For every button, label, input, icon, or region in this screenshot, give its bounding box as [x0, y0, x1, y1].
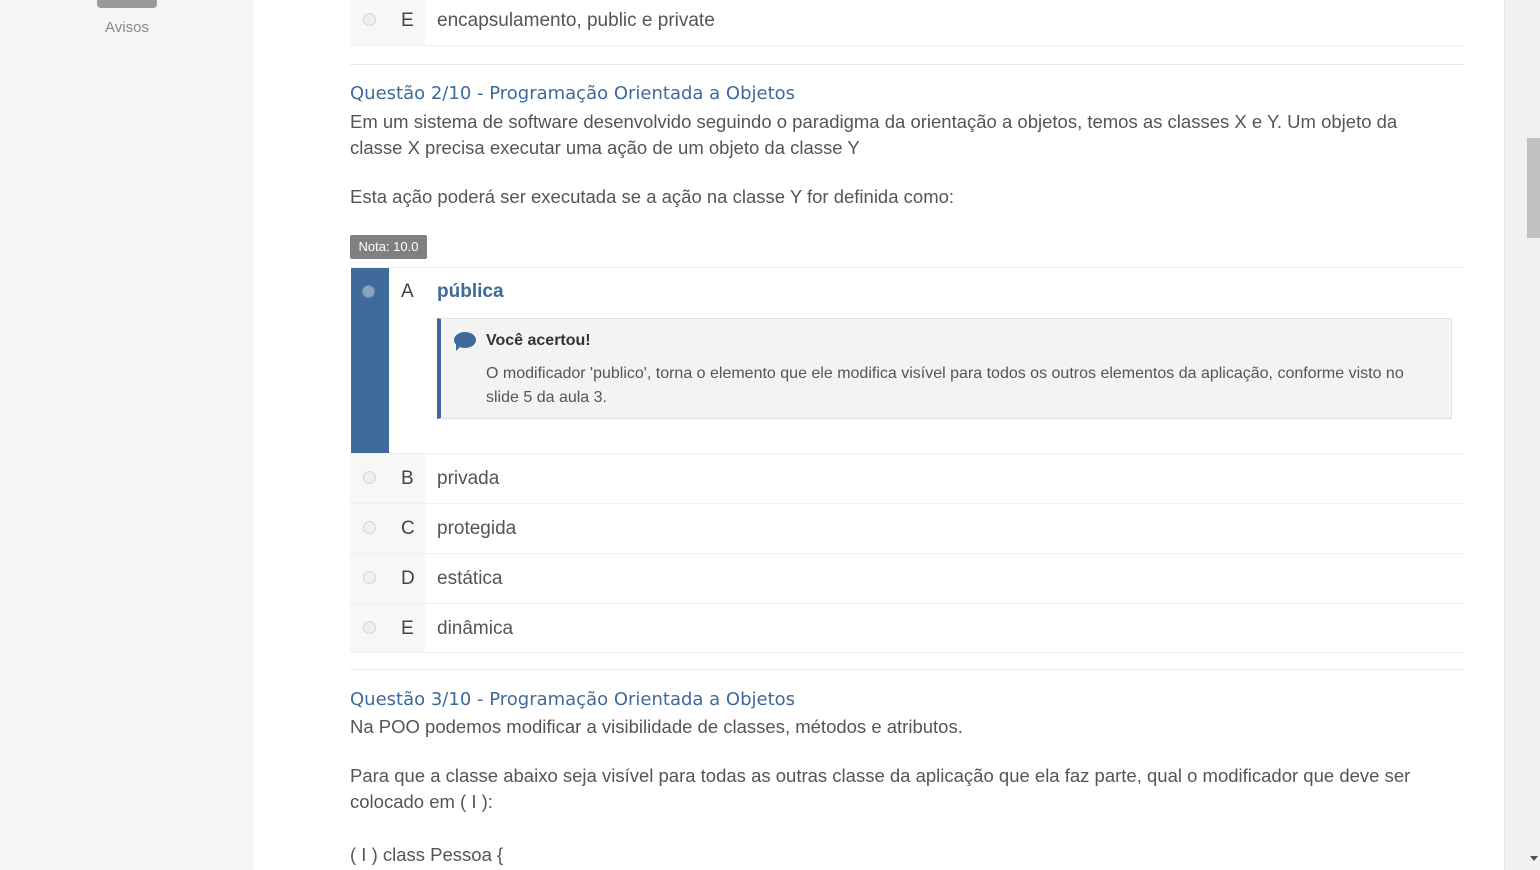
question-3-prompt: Para que a classe abaixo seja visível pa…: [350, 765, 1411, 812]
option-letter: E: [401, 618, 414, 639]
option-text: protegida: [437, 518, 517, 539]
feedback-text: O modificador 'publico', torna o element…: [486, 365, 1404, 406]
question-2-text: Em um sistema de software desenvolvido s…: [350, 111, 1398, 158]
option-letter: A: [401, 281, 414, 302]
grade-badge: Nota: 10.0: [350, 235, 427, 259]
radio-column: [350, 454, 425, 503]
question-3-text: Na POO podemos modificar a visibilidade …: [350, 716, 963, 737]
option-text: encapsulamento, public e private: [437, 10, 715, 31]
page-scrollbar[interactable]: [1504, 0, 1540, 870]
option-text: dinâmica: [437, 618, 514, 639]
option-letter: C: [401, 518, 415, 539]
question-2-option-b[interactable]: B privada: [350, 453, 1464, 503]
question-2-option-c[interactable]: C protegida: [350, 503, 1464, 553]
answer-feedback: Você acertou! O modificador 'publico', t…: [437, 318, 1452, 419]
question-2-prompt: Esta ação poderá ser executada se a ação…: [350, 186, 955, 207]
question-separator: [350, 669, 1464, 670]
sidebar-item-avisos[interactable]: Avisos: [0, 19, 254, 36]
option-letter: B: [401, 468, 414, 489]
feedback-title: Você acertou!: [486, 332, 591, 349]
question-2-option-e[interactable]: E dinâmica: [350, 603, 1464, 653]
option-text: estática: [437, 568, 503, 589]
question-2-option-a[interactable]: A pública Você acertou! O modificador 'p…: [350, 267, 1464, 453]
radio-button-selected[interactable]: [362, 285, 375, 298]
question-3-title: Questão 3/10 - Programação Orientada a O…: [350, 689, 796, 710]
option-text: pública: [437, 281, 504, 302]
option-letter: D: [401, 568, 415, 589]
option-letter: E: [401, 10, 414, 31]
radio-button[interactable]: [363, 621, 376, 634]
scroll-down-arrow-icon[interactable]: [1530, 856, 1538, 861]
question-separator: [350, 64, 1464, 65]
radio-button[interactable]: [363, 571, 376, 584]
radio-column: [350, 0, 425, 45]
scrollbar-thumb[interactable]: [1527, 138, 1540, 238]
comment-icon-tail: [456, 344, 463, 351]
prev-question-option-e[interactable]: E encapsulamento, public e private: [350, 0, 1464, 46]
radio-button[interactable]: [363, 521, 376, 534]
option-text: privada: [437, 468, 500, 489]
radio-column: [350, 604, 425, 652]
question-2-title: Questão 2/10 - Programação Orientada a O…: [350, 83, 796, 104]
question-2-option-d[interactable]: D estática: [350, 553, 1464, 603]
question-3-code-line: ( I ) class Pessoa {: [350, 844, 504, 865]
sidebar-nav-button[interactable]: [97, 0, 157, 8]
radio-button[interactable]: [363, 13, 376, 26]
radio-button[interactable]: [363, 471, 376, 484]
sidebar: Avisos: [0, 0, 254, 870]
